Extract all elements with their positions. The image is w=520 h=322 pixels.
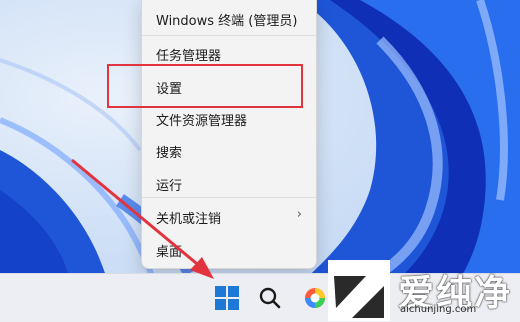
windows-start-icon[interactable] [215,286,240,311]
menu-separator [142,35,316,36]
menu-item-run[interactable]: 运行 [142,170,316,198]
menu-item-search[interactable]: 搜索 [142,137,316,165]
menu-item-label: 任务管理器 [156,49,222,64]
menu-item-label: 桌面 [156,245,183,260]
menu-item-label: 文件资源管理器 [156,114,248,129]
menu-item-label: Windows 终端 (管理员) [156,14,298,29]
menu-separator [142,197,316,198]
menu-item-file-explorer[interactable]: 文件资源管理器 [142,105,316,133]
menu-item-label: 搜索 [156,146,183,161]
color-app-icon[interactable] [303,286,327,310]
menu-item-label: 关机或注销 [156,212,222,227]
menu-item-windows-terminal-admin[interactable]: Windows 终端 (管理员) [142,5,316,33]
watermark-logo-icon [328,260,390,321]
winx-context-menu: Windows 终端 (管理员) 任务管理器 设置 文件资源管理器 搜索 运行 … [141,0,317,269]
watermark-url: aichunjing.com [400,304,477,315]
menu-item-shutdown-signout[interactable]: 关机或注销 › [142,203,316,231]
menu-item-desktop[interactable]: 桌面 [142,236,316,264]
site-watermark: 爱纯净 aichunjing.com [328,260,520,321]
search-icon[interactable] [258,286,282,310]
chevron-right-icon: › [296,207,302,222]
settings-highlight-box [107,64,303,108]
menu-item-label: 运行 [156,179,183,194]
